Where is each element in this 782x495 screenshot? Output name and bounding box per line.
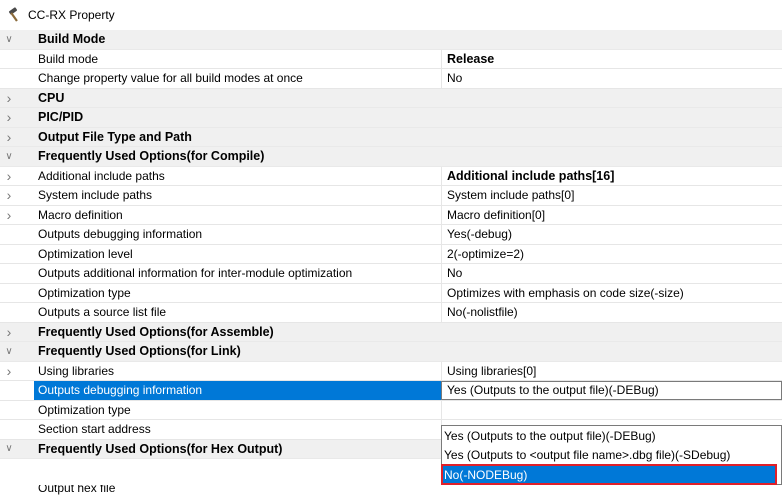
chevron-down-icon[interactable]: ∨ <box>0 147 18 166</box>
property-value[interactable]: No <box>445 69 782 88</box>
property-grid: ∨ Build Mode Build mode Release Change prope… <box>0 30 782 459</box>
partial-row-name: Output hex file <box>38 485 116 495</box>
category-pic-pid[interactable]: › PIC/PID <box>0 108 782 128</box>
chevron-down-icon[interactable]: ∨ <box>0 440 18 459</box>
property-value[interactable]: Additional include paths[16] <box>445 167 782 186</box>
property-value-combobox[interactable]: Yes (Outputs to the output file)(-DEBug) <box>441 381 782 400</box>
dropdown-option[interactable]: Yes (Outputs to <output file name>.dbg f… <box>442 445 781 464</box>
property-name: Build Mode <box>38 32 106 47</box>
property-row-outputs-debugging-information[interactable]: Outputs debugging information Yes(-debug) <box>0 225 782 245</box>
column-divider <box>441 205 442 224</box>
property-value[interactable]: Using libraries[0] <box>445 362 782 381</box>
property-name: Section start address <box>38 422 151 437</box>
property-value[interactable]: Macro definition[0] <box>445 206 782 225</box>
property-name: PIC/PID <box>38 110 84 125</box>
property-name: Using libraries <box>38 363 115 378</box>
column-divider <box>441 225 442 244</box>
column-divider <box>441 264 442 283</box>
property-row-macro-definition[interactable]: › Macro definition Macro definition[0] <box>0 205 782 225</box>
column-divider <box>441 244 442 263</box>
property-row-optimization-level[interactable]: Optimization level 2(-optimize=2) <box>0 244 782 264</box>
title-bar: CC-RX Property <box>0 0 782 30</box>
chevron-right-icon[interactable]: › <box>0 186 18 205</box>
window-title: CC-RX Property <box>28 8 115 22</box>
property-name: Build mode <box>38 51 99 66</box>
property-row-build-mode[interactable]: Build mode Release <box>0 49 782 69</box>
column-divider <box>441 166 442 185</box>
chevron-right-icon[interactable]: › <box>0 89 18 108</box>
category-build-mode[interactable]: ∨ Build Mode <box>0 30 782 50</box>
column-divider <box>441 69 442 88</box>
category-frequently-used-options-for-compile[interactable]: ∨ Frequently Used Options(for Compile) <box>0 147 782 167</box>
property-value[interactable]: No <box>445 264 782 283</box>
dropdown-option[interactable]: No(-NODEBug) <box>441 464 777 485</box>
property-name: Output File Type and Path <box>38 129 192 144</box>
property-value[interactable]: Optimizes with emphasis on code size(-si… <box>445 284 782 303</box>
dropdown-option[interactable]: Yes (Outputs to the output file)(-DEBug) <box>442 426 781 445</box>
property-row-change-property-value-for-all-build-modes-at-once[interactable]: Change property value for all build mode… <box>0 69 782 89</box>
property-name: Frequently Used Options(for Assemble) <box>38 324 274 339</box>
column-divider <box>441 49 442 68</box>
chevron-right-icon[interactable]: › <box>0 167 18 186</box>
partial-row[interactable]: Output hex file <box>0 485 782 495</box>
property-value[interactable]: 2(-optimize=2) <box>445 245 782 264</box>
property-value[interactable]: Release <box>445 50 782 69</box>
property-row-system-include-paths[interactable]: › System include paths System include path… <box>0 186 782 206</box>
property-name: Optimization type <box>38 285 131 300</box>
property-value[interactable] <box>445 401 782 420</box>
property-name: Macro definition <box>38 207 123 222</box>
property-name: CPU <box>38 90 65 105</box>
property-row-optimization-type[interactable]: Optimization type Optimizes with emphasis… <box>0 283 782 303</box>
column-divider <box>441 283 442 302</box>
property-value[interactable]: System include paths[0] <box>445 186 782 205</box>
category-frequently-used-options-for-assemble[interactable]: › Frequently Used Options(for Assemble) <box>0 322 782 342</box>
column-divider <box>441 400 442 419</box>
chevron-right-icon[interactable]: › <box>0 362 18 381</box>
category-cpu[interactable]: › CPU <box>0 88 782 108</box>
property-name: Frequently Used Options(for Hex Output) <box>38 441 283 456</box>
property-name: Outputs debugging information <box>38 383 203 398</box>
column-divider <box>441 186 442 205</box>
property-name: Frequently Used Options(for Link) <box>38 344 241 359</box>
property-row-outputs-a-source-list-file[interactable]: Outputs a source list file No(-nolistfile… <box>0 303 782 323</box>
category-frequently-used-options-for-link[interactable]: ∨ Frequently Used Options(for Link) <box>0 342 782 362</box>
property-row-outputs-additional-information-for-inter-module-optimization[interactable]: Outputs additional information for inter… <box>0 264 782 284</box>
column-divider <box>441 361 442 380</box>
chevron-down-icon[interactable]: ∨ <box>0 30 18 49</box>
property-row-outputs-debugging-information[interactable]: Outputs debugging information Yes (Output… <box>0 381 782 401</box>
chevron-right-icon[interactable]: › <box>0 128 18 147</box>
property-name: Change property value for all build mode… <box>38 71 303 86</box>
property-hammer-icon <box>6 7 22 23</box>
chevron-right-icon[interactable]: › <box>0 323 18 342</box>
property-name: System include paths <box>38 188 153 203</box>
property-name: Outputs debugging information <box>38 227 203 242</box>
property-name: Optimization type <box>38 402 131 417</box>
chevron-right-icon[interactable]: › <box>0 206 18 225</box>
property-name: Optimization level <box>38 246 133 261</box>
property-row-additional-include-paths[interactable]: › Additional include paths Additional incl… <box>0 166 782 186</box>
property-row-using-libraries[interactable]: › Using libraries Using libraries[0] <box>0 361 782 381</box>
chevron-down-icon[interactable]: ∨ <box>0 342 18 361</box>
property-name: Outputs a source list file <box>38 305 167 320</box>
value-dropdown-list[interactable]: Yes (Outputs to the output file)(-DEBug)… <box>441 425 782 485</box>
property-name: Outputs additional information for inter… <box>38 266 353 281</box>
property-name: Additional include paths <box>38 168 165 183</box>
property-value[interactable]: Yes(-debug) <box>445 225 782 244</box>
property-name: Frequently Used Options(for Compile) <box>38 149 265 164</box>
property-value[interactable]: No(-nolistfile) <box>445 303 782 322</box>
category-output-file-type-and-path[interactable]: › Output File Type and Path <box>0 127 782 147</box>
property-row-optimization-type[interactable]: Optimization type <box>0 400 782 420</box>
column-divider <box>441 303 442 322</box>
chevron-right-icon[interactable]: › <box>0 108 18 127</box>
